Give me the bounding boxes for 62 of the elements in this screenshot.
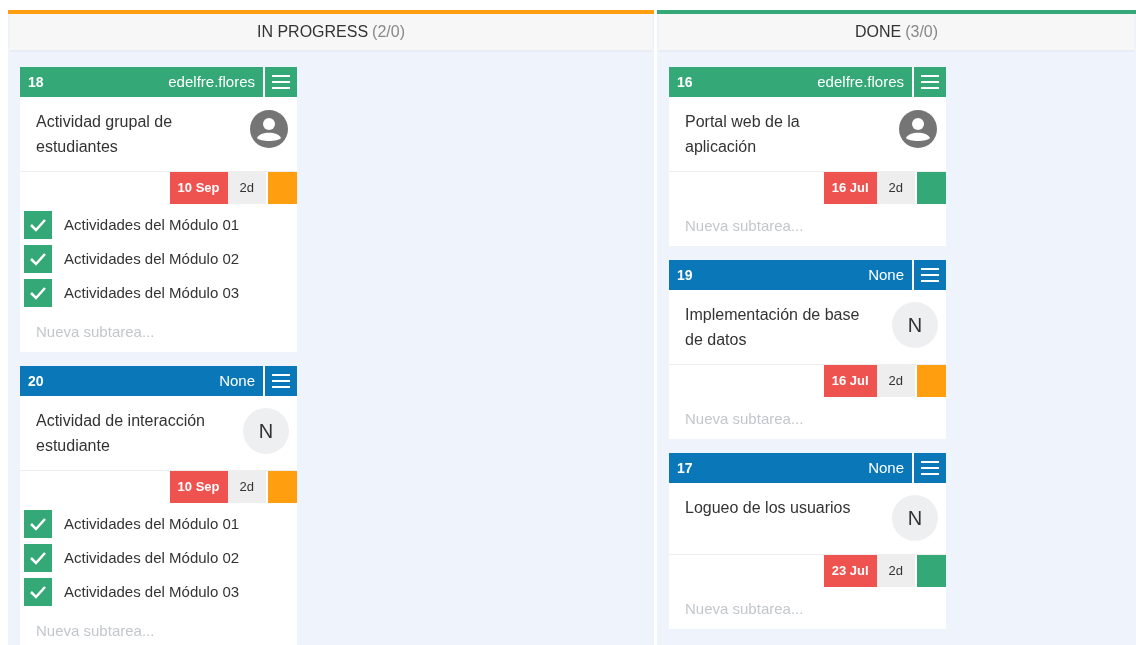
subtask-label: Actividades del Módulo 03: [64, 282, 240, 303]
card-title: Implementación de base de datos: [685, 305, 861, 350]
check-icon: [29, 517, 47, 531]
card-number: 16: [677, 72, 693, 92]
avatar-initial: N: [243, 408, 289, 454]
card-number: 19: [677, 265, 693, 285]
user-avatar-icon: [249, 109, 289, 149]
menu-button[interactable]: [265, 366, 297, 396]
menu-button[interactable]: [914, 260, 946, 290]
subtask-label: Actividades del Módulo 01: [64, 214, 240, 235]
subtask-checkbox[interactable]: [24, 510, 52, 538]
user-avatar-icon: [898, 109, 938, 149]
assignee-name: edelfre.flores: [817, 71, 904, 92]
due-date: 10 Sep: [169, 172, 228, 204]
menu-button[interactable]: [914, 67, 946, 97]
column-title: IN PROGRESS: [256, 22, 369, 42]
subtask-checkbox[interactable]: [24, 578, 52, 606]
menu-icon: [271, 373, 291, 389]
duration: 2d: [227, 172, 266, 204]
card-number: 20: [28, 371, 44, 391]
duration: 2d: [876, 555, 915, 587]
due-date: 16 Jul: [823, 365, 877, 397]
menu-button[interactable]: [914, 453, 946, 483]
check-icon: [29, 252, 47, 266]
subtask-label: Actividades del Módulo 02: [64, 248, 240, 269]
menu-icon: [920, 460, 940, 476]
due-date: 16 Jul: [823, 172, 877, 204]
subtask-label: Actividades del Módulo 03: [64, 581, 240, 602]
duration: 2d: [876, 365, 915, 397]
menu-button[interactable]: [265, 67, 297, 97]
card-title: Logueo de los usuarios: [685, 498, 852, 518]
assignee-name: None: [868, 457, 904, 478]
subtask-checkbox[interactable]: [24, 211, 52, 239]
check-icon: [29, 585, 47, 599]
card-number: 18: [28, 72, 44, 92]
card-title: Actividad grupal de estudiantes: [36, 112, 174, 157]
menu-icon: [271, 74, 291, 90]
column-count: (2/0): [372, 22, 405, 42]
subtask-checkbox[interactable]: [24, 245, 52, 273]
column-count: (3/0): [905, 22, 939, 42]
column-title: DONE: [854, 22, 902, 42]
subtask-label: Actividades del Módulo 01: [64, 513, 240, 534]
card-title: Actividad de interacción estudiante: [36, 411, 206, 456]
avatar-initial: N: [892, 302, 938, 348]
duration: 2d: [227, 471, 266, 503]
menu-icon: [920, 267, 940, 283]
avatar-initial: N: [892, 495, 938, 541]
card-title: Portal web de la aplicación: [685, 112, 801, 157]
assignee-name: edelfre.flores: [168, 71, 255, 92]
check-icon: [29, 551, 47, 565]
assignee-name: None: [219, 370, 255, 391]
subtask-checkbox[interactable]: [24, 544, 52, 572]
subtask-checkbox[interactable]: [24, 279, 52, 307]
duration: 2d: [876, 172, 915, 204]
due-date: 10 Sep: [169, 471, 228, 503]
check-icon: [29, 286, 47, 300]
due-date: 23 Jul: [823, 555, 877, 587]
check-icon: [29, 218, 47, 232]
menu-icon: [920, 74, 940, 90]
subtask-label: Actividades del Módulo 02: [64, 547, 240, 568]
assignee-name: None: [868, 264, 904, 285]
card-number: 17: [677, 458, 693, 478]
